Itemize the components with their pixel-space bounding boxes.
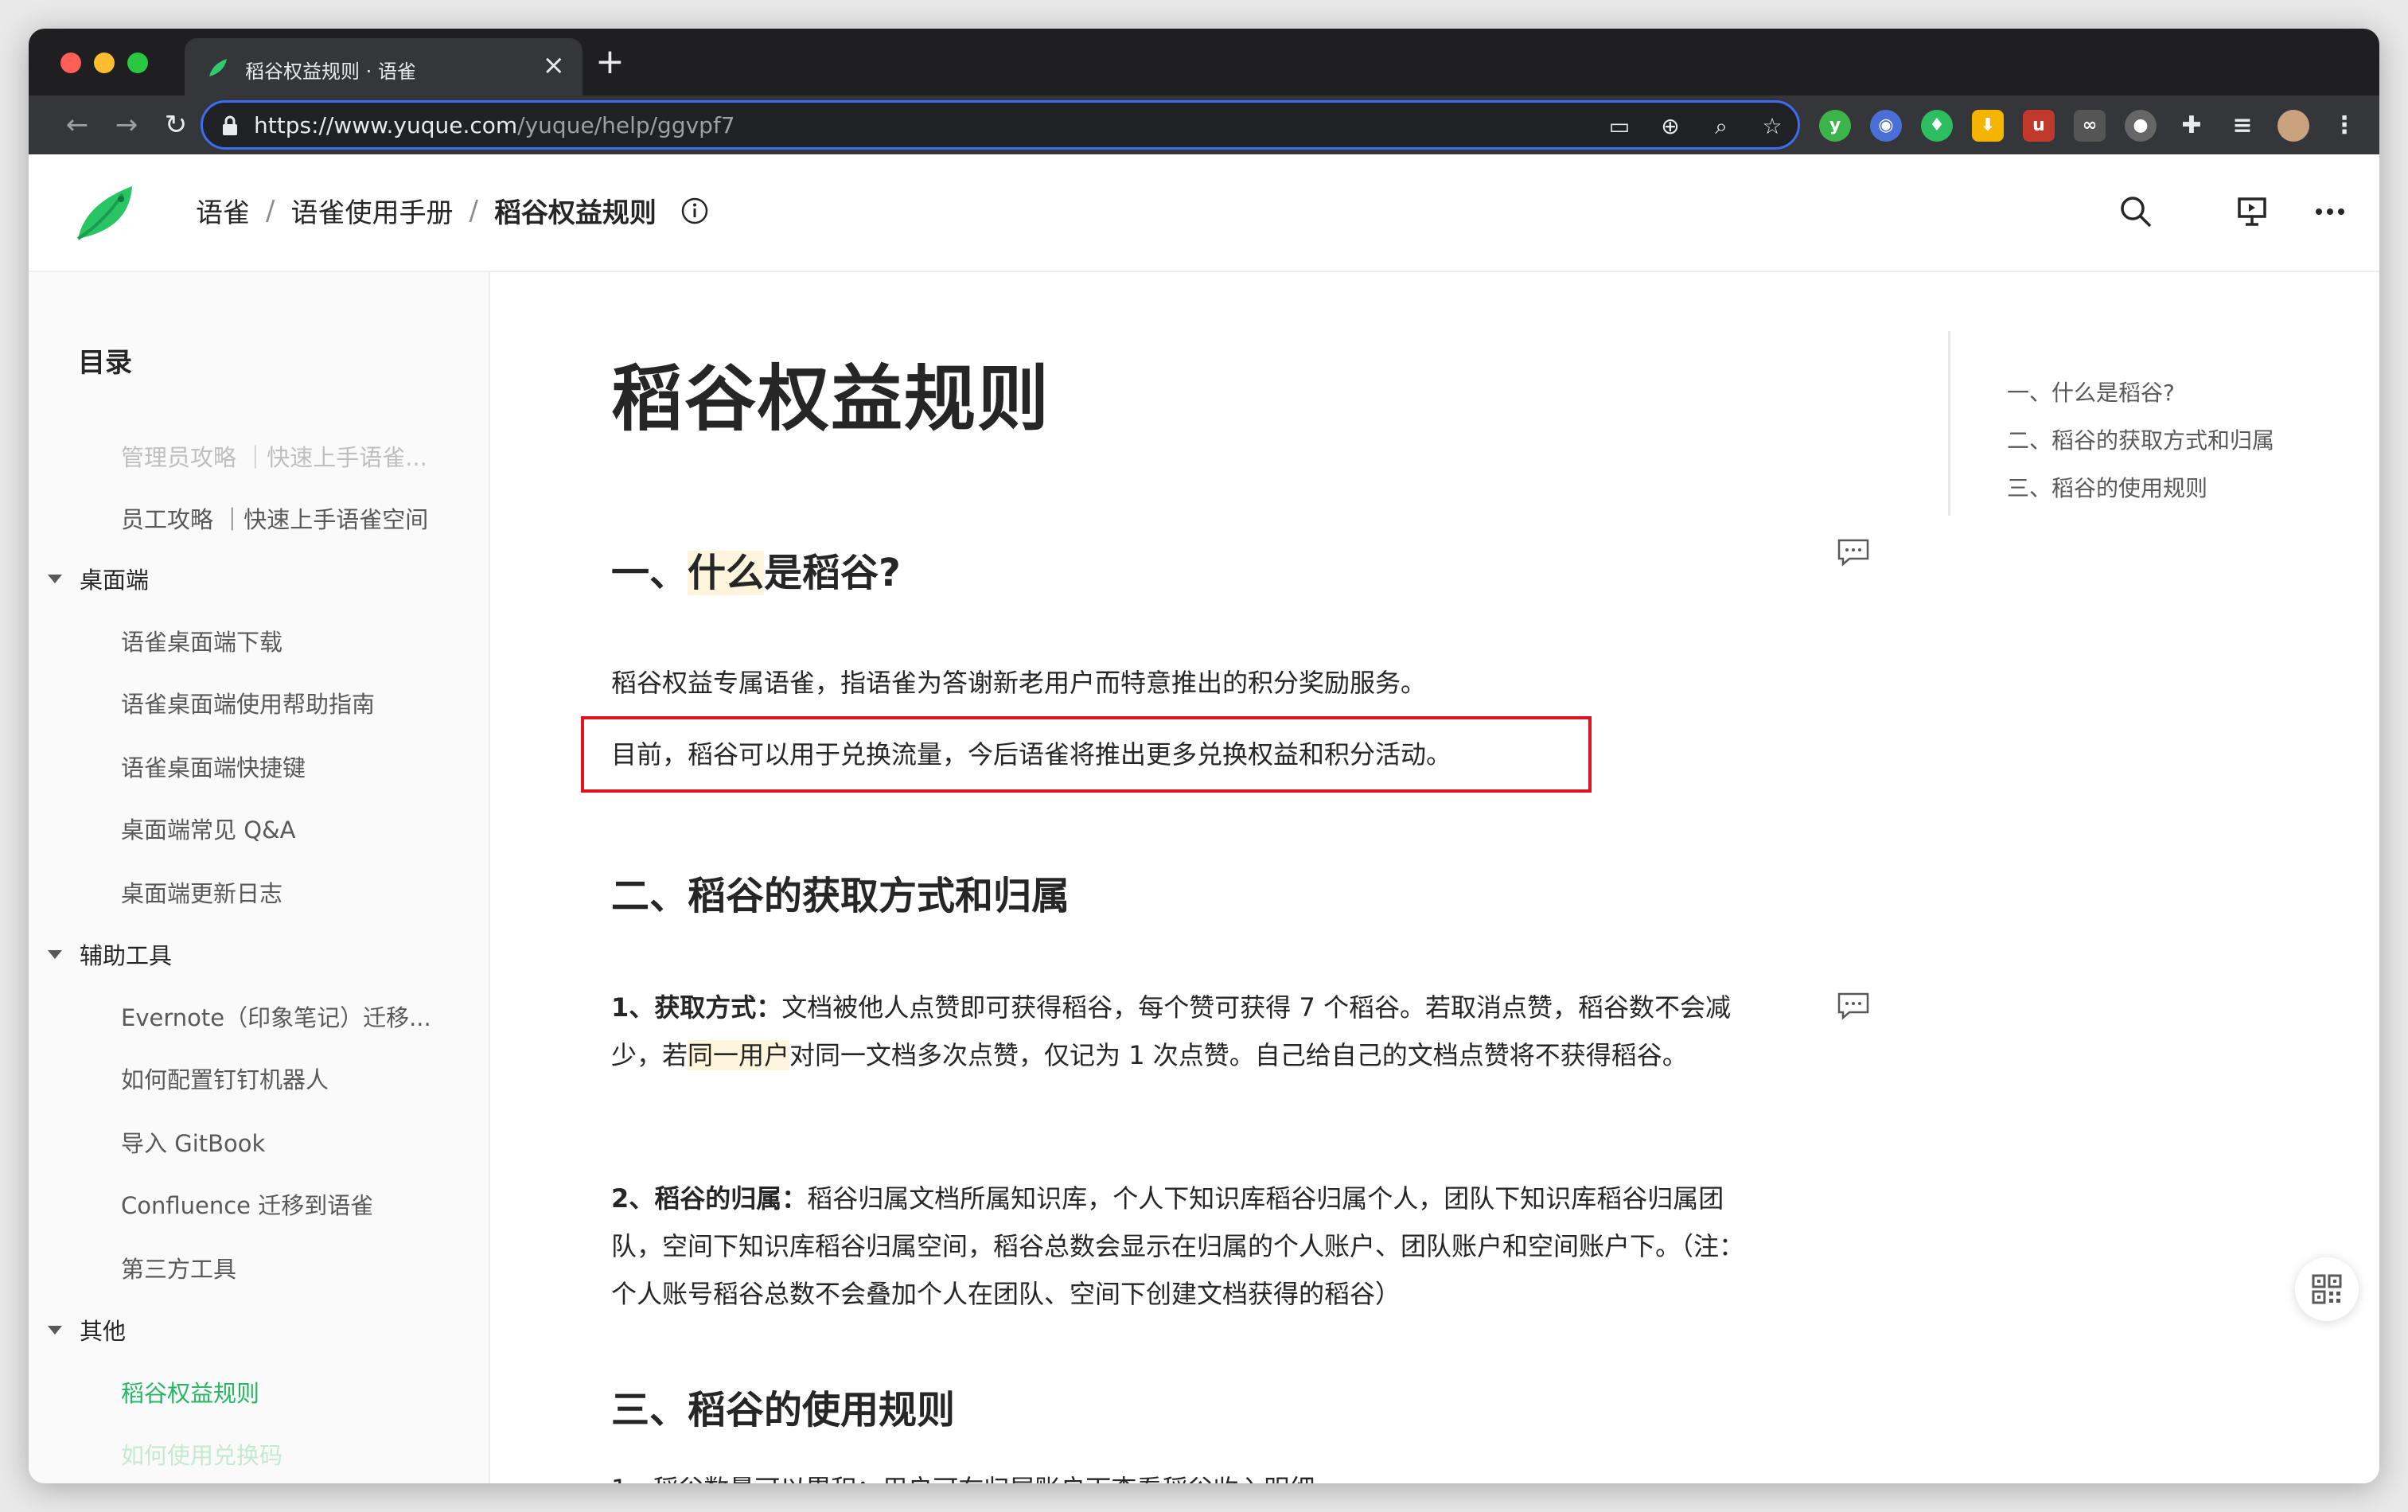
document-area: 稻谷权益规则 一、什么是稻谷? 稻谷权益专属语雀，指语雀为答谢新老用户而特意推出…: [490, 272, 2379, 1483]
puzzle-icon[interactable]: ✚: [2176, 110, 2207, 142]
sidebar-item-desktop-download[interactable]: 语雀桌面端下载: [121, 624, 282, 657]
sidebar-item-staff-guide[interactable]: 员工攻略 ｜快速上手语雀空间: [121, 501, 428, 535]
outline-divider: [1948, 331, 1950, 516]
sidebar-item-desktop-help[interactable]: 语雀桌面端使用帮助指南: [121, 686, 375, 719]
sidebar-group-other[interactable]: 其他: [80, 1313, 126, 1346]
outline-item[interactable]: 二、稻谷的获取方式和归属: [2007, 423, 2274, 455]
forward-arrow-icon[interactable]: →: [108, 107, 145, 143]
url-path: /yuque/help/ggvpf7: [517, 112, 735, 138]
paragraph-ownership: 2、稻谷的归属：稻谷归属文档所属知识库，个人下知识库稻谷归属个人，团队下知识库稻…: [611, 1175, 1757, 1318]
sidebar-group-desktop[interactable]: 桌面端: [80, 562, 149, 595]
browser-menu-icon[interactable]: ⋮: [2328, 110, 2360, 142]
sidebar-item-gitbook[interactable]: 导入 GitBook: [121, 1125, 265, 1159]
heading-obtain-and-ownership: 二、稻谷的获取方式和归属: [611, 874, 1070, 918]
add-icon[interactable]: ⊕: [1656, 112, 1685, 141]
maximize-window-button[interactable]: [127, 53, 148, 73]
ublock-icon[interactable]: u: [2023, 110, 2055, 142]
heading-usage-rules: 三、稻谷的使用规则: [611, 1388, 956, 1432]
back-arrow-icon[interactable]: ←: [59, 107, 95, 143]
tab-title: 稻谷权益规则 · 语雀: [245, 60, 416, 83]
extensions-bar: y ◉ ♦ ⬇ u ∞ ● ✚ ≡ ⋮: [1819, 110, 2360, 142]
toc-title: 目录: [78, 347, 132, 379]
minimize-window-button[interactable]: [94, 53, 115, 73]
zoom-icon[interactable]: ⌕: [1707, 112, 1736, 141]
yuque-logo-icon[interactable]: [75, 181, 140, 244]
browser-toolbar: ← → ↻ https://www.yuque.com/yuque/help/g…: [29, 95, 2379, 154]
url-host: https://www.yuque.com: [254, 112, 518, 138]
breadcrumb-item-manual[interactable]: 语雀使用手册: [290, 191, 453, 230]
paragraph-lead: 2、稻谷的归属：: [611, 1183, 808, 1214]
paragraph-lead: 1、获取方式：: [611, 992, 782, 1023]
more-icon[interactable]: [2311, 193, 2349, 231]
outline-item[interactable]: 三、稻谷的使用规则: [2007, 471, 2207, 503]
extension-owl-icon[interactable]: ◉: [1870, 110, 1902, 142]
address-bar[interactable]: https://www.yuque.com/yuque/help/ggvpf7 …: [201, 100, 1800, 150]
breadcrumb-separator: /: [266, 194, 275, 227]
breadcrumb-separator: /: [469, 194, 478, 227]
lock-icon: [223, 115, 237, 135]
extension-ghost-icon[interactable]: ●: [2125, 110, 2157, 142]
reload-icon[interactable]: ↻: [158, 107, 194, 143]
tab-bar: 稻谷权益规则 · 语雀 × +: [29, 29, 2379, 95]
presentation-icon[interactable]: [2233, 193, 2271, 231]
breadcrumb-item-yuque[interactable]: 语雀: [196, 191, 250, 230]
profile-avatar[interactable]: [2277, 110, 2309, 142]
breadcrumb: 语雀 / 语雀使用手册 / 稻谷权益规则: [196, 191, 709, 230]
chevron-down-icon[interactable]: [48, 950, 62, 959]
heading-suffix: 是稻谷?: [764, 551, 901, 595]
close-window-button[interactable]: [60, 53, 81, 73]
paragraph-obtain: 1、获取方式：文档被他人点赞即可获得稻谷，每个赞可获得 7 个稻谷。若取消点赞，…: [611, 984, 1757, 1079]
paragraph: 稻谷权益专属语雀，指语雀为答谢新老用户而特意推出的积分奖励服务。: [611, 668, 1427, 698]
heading-prefix: 一、: [611, 551, 688, 595]
browser-tab[interactable]: 稻谷权益规则 · 语雀 ×: [185, 38, 583, 95]
bookmark-star-icon[interactable]: ☆: [1758, 112, 1787, 141]
search-icon[interactable]: [2117, 193, 2155, 231]
sidebar-item-confluence[interactable]: Confluence 迁移到语雀: [121, 1187, 373, 1221]
outline-item[interactable]: 一、什么是稻谷?: [2007, 376, 2175, 407]
browser-window: 稻谷权益规则 · 语雀 × + ← → ↻ https://www.yuque.…: [29, 29, 2379, 1483]
sidebar-group-tools[interactable]: 辅助工具: [80, 937, 172, 971]
chevron-down-icon[interactable]: [48, 1326, 62, 1335]
qr-code-icon: [2312, 1274, 2342, 1304]
paragraph-cut-off: 1、稻谷数量可以累积：用户可在归属账户下查看稻谷收入明细: [611, 1469, 1315, 1483]
sidebar-item-desktop-qa[interactable]: 桌面端常见 Q&A: [121, 812, 296, 845]
extension-glasses-icon[interactable]: ∞: [2074, 110, 2106, 142]
new-tab-button[interactable]: +: [595, 43, 625, 81]
highlighted-text: 什么: [688, 551, 765, 595]
highlighted-text: 同一用户: [688, 1040, 790, 1070]
app-header: 语雀 / 语雀使用手册 / 稻谷权益规则: [29, 154, 2379, 272]
sidebar-item-rice-rules[interactable]: 稻谷权益规则: [121, 1375, 259, 1409]
evernote-icon[interactable]: ♦: [1921, 110, 1953, 142]
media-queue-icon[interactable]: ≡: [2227, 110, 2258, 142]
sidebar-item-evernote[interactable]: Evernote（印象笔记）迁移...: [121, 1000, 431, 1033]
sidebar-item-desktop-shortcuts[interactable]: 语雀桌面端快捷键: [121, 750, 306, 783]
sidebar-item-third-party[interactable]: 第三方工具: [121, 1251, 236, 1284]
page-title: 稻谷权益规则: [611, 357, 1050, 441]
toc-sidebar: 目录 管理员攻略 ｜快速上手语雀... 员工攻略 ｜快速上手语雀空间 桌面端 语…: [29, 272, 490, 1483]
comment-icon[interactable]: [1837, 538, 1870, 567]
info-icon[interactable]: [680, 197, 709, 225]
heading-what-is-rice: 一、什么是稻谷?: [611, 541, 901, 597]
paragraph-text: 对同一文档多次点赞，仅记为 1 次点赞。自己给自己的文档点赞将不获得稻谷。: [789, 1040, 1688, 1070]
sidebar-item-admin-guide[interactable]: 管理员攻略 ｜快速上手语雀...: [121, 439, 427, 473]
sidebar-item-redeem-code[interactable]: 如何使用兑换码: [121, 1437, 282, 1471]
comment-icon[interactable]: [1837, 992, 1870, 1020]
breadcrumb-item-current: 稻谷权益规则: [493, 197, 657, 229]
omnibox-actions: ▭ ⊕ ⌕ ☆: [1605, 112, 1787, 141]
chevron-down-icon[interactable]: [48, 575, 62, 583]
url-text[interactable]: https://www.yuque.com/yuque/help/ggvpf7: [254, 112, 735, 138]
yuque-favicon-icon: [209, 59, 227, 76]
extension-y-icon[interactable]: y: [1819, 110, 1851, 142]
qr-code-button[interactable]: [2295, 1257, 2359, 1321]
red-highlight-box: [581, 716, 1592, 793]
sidebar-item-dingtalk[interactable]: 如何配置钉钉机器人: [121, 1062, 329, 1095]
tab-close-icon[interactable]: ×: [543, 49, 566, 81]
sidebar-item-desktop-changelog[interactable]: 桌面端更新日志: [121, 875, 282, 909]
extension-download-icon[interactable]: ⬇: [1972, 110, 2004, 142]
cast-icon[interactable]: ▭: [1605, 112, 1634, 141]
